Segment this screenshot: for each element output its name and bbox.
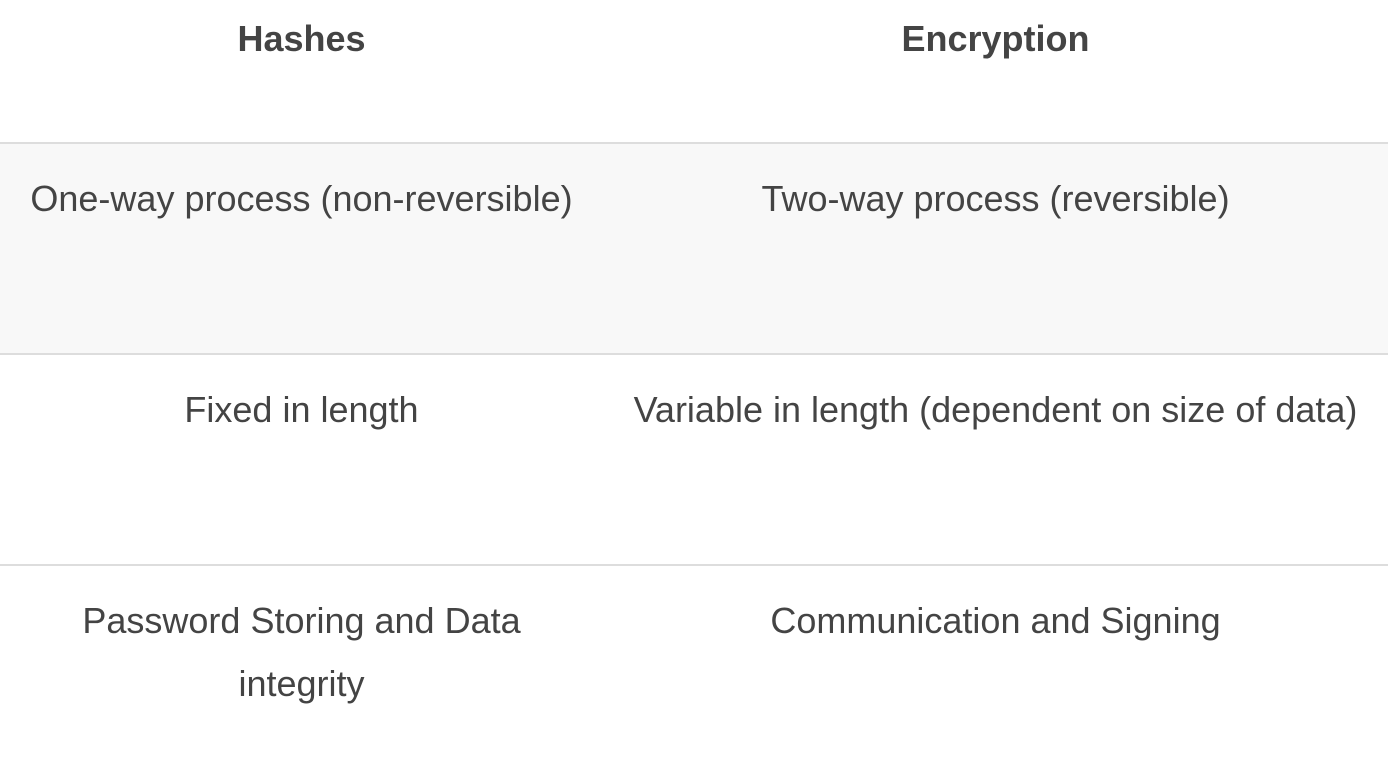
cell-encryption: Variable in length (dependent on size of…: [633, 389, 1358, 430]
table-body: One-way process (non-reversible) Two-way…: [0, 143, 1388, 776]
hashes-vs-encryption-table: Hashes Encryption One-way process (non-r…: [0, 0, 1388, 776]
cell-hashes: One-way process (non-reversible): [30, 178, 573, 219]
cell-encryption: Communication and Signing: [770, 600, 1221, 641]
header-encryption: Encryption: [901, 18, 1090, 59]
table-row: Password Storing and Data integrity Comm…: [0, 565, 1388, 776]
header-hashes: Hashes: [237, 18, 366, 59]
cell-hashes: Password Storing and Data integrity: [82, 600, 521, 704]
table-row: One-way process (non-reversible) Two-way…: [0, 143, 1388, 354]
header-row: Hashes Encryption: [0, 0, 1388, 143]
table-row: Fixed in length Variable in length (depe…: [0, 354, 1388, 565]
cell-hashes: Fixed in length: [184, 389, 419, 430]
cell-encryption: Two-way process (reversible): [761, 178, 1230, 219]
table-header: Hashes Encryption: [0, 0, 1388, 143]
